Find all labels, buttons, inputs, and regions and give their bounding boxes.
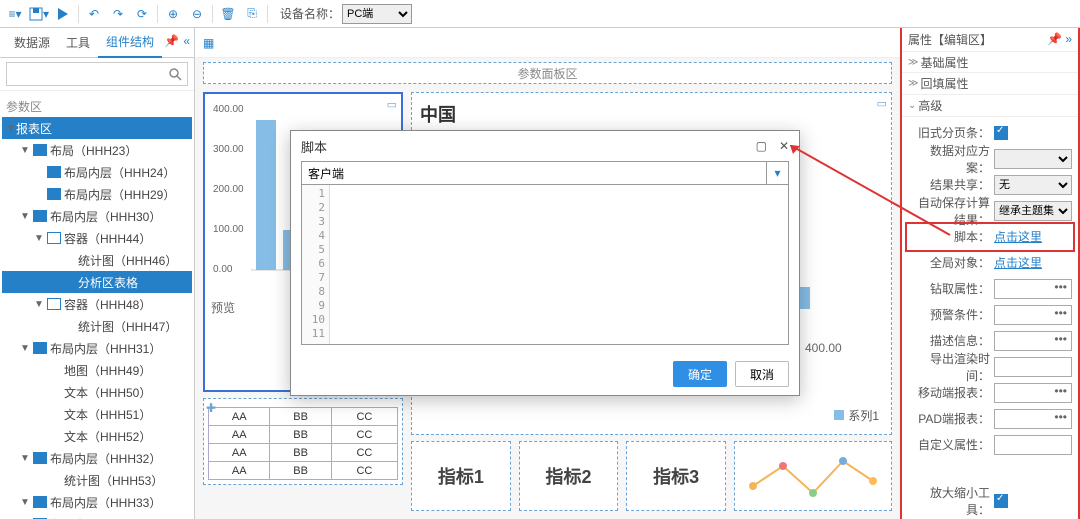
combo-input[interactable] [302,162,766,184]
script-modal: 脚本 ▢ ✕ ▾ 1234567891011 确定 取消 [290,130,800,396]
chevron-down-icon[interactable]: ▾ [766,162,788,184]
code-editor[interactable]: 1234567891011 [301,185,789,345]
maximize-icon[interactable]: ▢ [756,139,767,153]
script-target-combo[interactable]: ▾ [301,161,789,185]
ok-button[interactable]: 确定 [673,361,727,387]
close-icon[interactable]: ✕ [779,139,789,153]
cancel-button[interactable]: 取消 [735,361,789,387]
modal-mask: 脚本 ▢ ✕ ▾ 1234567891011 确定 取消 [0,0,1080,519]
line-gutter: 1234567891011 [302,185,330,344]
modal-title: 脚本 [301,137,327,156]
